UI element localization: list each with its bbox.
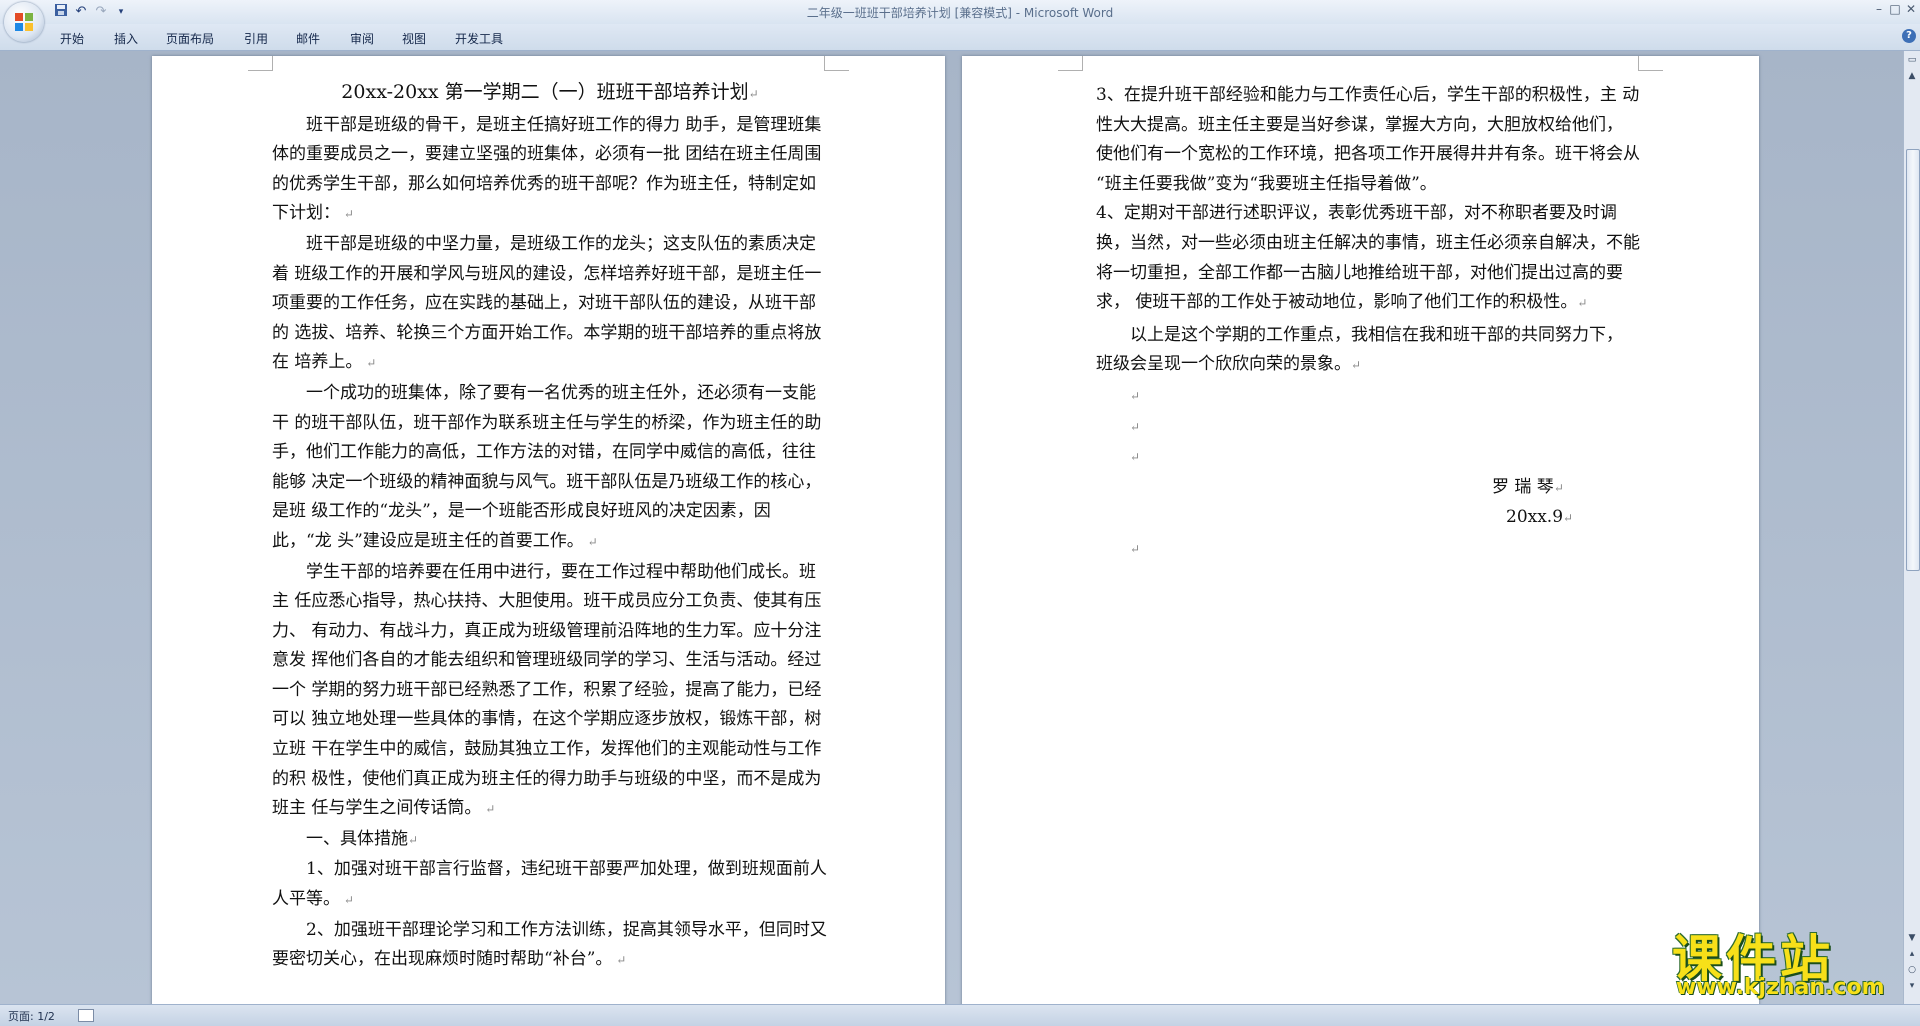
watermark: 课件站 www.kjzhan.com — [1664, 925, 1904, 1005]
proofing-icon[interactable] — [78, 1009, 94, 1022]
tab-insert[interactable]: 插入 — [114, 30, 138, 47]
list-item: 1、加强对班干部言行监督，违纪班干部要严加处理，做到班规面前人 人平等。 ↵ — [272, 859, 833, 910]
margin-corner-mark — [1058, 56, 1083, 71]
empty-paragraph: ↵ — [1130, 419, 1141, 434]
paragraph: 一个成功的班集体，除了要有一名优秀的班主任外，还必须有一支能干 的班干部队伍，班… — [272, 382, 822, 551]
status-bar: 页面: 1/2 — [0, 1004, 1920, 1026]
section-heading: 一、具体措施↵ — [272, 828, 419, 849]
close-icon[interactable]: ✕ — [1900, 0, 1920, 18]
page-1-text[interactable]: 20xx-20xx 第一学期二（一）班班干部培养计划↵ 班干部是班级的骨干，是班… — [272, 78, 828, 976]
window-title: 二年级一班班干部培养计划 [兼容模式] - Microsoft Word — [806, 6, 1114, 20]
page-1[interactable]: 20xx-20xx 第一学期二（一）班班干部培养计划↵ 班干部是班级的骨干，是班… — [152, 56, 945, 1004]
watermark-url: www.kjzhan.com — [1676, 975, 1885, 1000]
tab-home[interactable]: 开始 — [60, 30, 84, 47]
tab-view[interactable]: 视图 — [402, 30, 426, 47]
list-item: 3、在提升班干部经验和能力与工作责任心后，学生干部的积极性，主 动性大大提高。班… — [1096, 85, 1646, 194]
empty-paragraph: ↵ — [1130, 450, 1141, 465]
signature-date: 20xx.9↵ — [1506, 507, 1574, 528]
scroll-up-icon[interactable]: ▲ — [1905, 69, 1919, 83]
document-title: 20xx-20xx 第一学期二（一）班班干部培养计划↵ — [341, 81, 759, 103]
tab-page-layout[interactable]: 页面布局 — [166, 30, 214, 47]
page-2-text[interactable]: 3、在提升班干部经验和能力与工作责任心后，学生干部的积极性，主 动性大大提高。班… — [1096, 81, 1640, 565]
margin-corner-mark — [1638, 56, 1663, 71]
list-item: 4、定期对干部进行述职评议，表彰优秀班干部，对不称职者要及时调 换，当然，对一些… — [1096, 203, 1646, 313]
ribbon-tab-bar: 开始 插入 页面布局 引用 邮件 审阅 视图 开发工具 ? — [0, 24, 1920, 51]
help-icon[interactable]: ? — [1902, 29, 1916, 43]
select-browse-object-icon[interactable]: ○ — [1905, 963, 1919, 977]
paragraph: 以上是这个学期的工作重点，我相信在我和班干部的共同努力下， 班级会呈现一个欣欣向… — [1096, 324, 1629, 375]
empty-paragraph: ↵ — [1130, 388, 1141, 403]
scroll-thumb[interactable] — [1906, 149, 1920, 571]
tab-developer[interactable]: 开发工具 — [455, 30, 503, 47]
list-item: 2、加强班干部理论学习和工作方法训练，捉高其领导水平，但同时又 要密切关心，在出… — [272, 919, 833, 970]
previous-page-icon[interactable]: ▴ — [1905, 947, 1919, 961]
page-2[interactable]: 3、在提升班干部经验和能力与工作责任心后，学生干部的积极性，主 动性大大提高。班… — [962, 56, 1759, 1004]
paragraph: 学生干部的培养要在任用中进行，要在工作过程中帮助他们成长。班主 任应悉心指导，热… — [272, 561, 822, 819]
margin-corner-mark — [824, 56, 849, 71]
title-bar: ↶ ↷ ▾ 二年级一班班干部培养计划 [兼容模式] - Microsoft Wo… — [0, 0, 1920, 24]
tab-references[interactable]: 引用 — [244, 30, 268, 47]
office-button[interactable] — [4, 2, 44, 42]
paragraph: 班干部是班级的骨干，是班主任搞好班工作的得力 助手，是管理班集体的重要成员之一，… — [272, 114, 822, 224]
empty-paragraph: ↵ — [1130, 541, 1141, 556]
page-count[interactable]: 页面: 1/2 — [8, 1008, 55, 1024]
paragraph: 班干部是班级的中坚力量，是班级工作的龙头；这支队伍的素质决定着 班级工作的开展和… — [272, 233, 822, 373]
tab-review[interactable]: 审阅 — [350, 30, 374, 47]
vertical-scrollbar[interactable]: ▭ ▲ ▼ ▴ ○ ▾ — [1903, 51, 1920, 1004]
ruler-toggle-icon[interactable]: ▭ — [1905, 53, 1919, 67]
tab-mailings[interactable]: 邮件 — [296, 30, 320, 47]
document-area[interactable]: 20xx-20xx 第一学期二（一）班班干部培养计划↵ 班干部是班级的骨干，是班… — [0, 51, 1904, 1004]
office-logo-icon — [15, 13, 33, 31]
margin-corner-mark — [248, 56, 273, 71]
scroll-down-icon[interactable]: ▼ — [1905, 931, 1919, 945]
next-page-icon[interactable]: ▾ — [1905, 979, 1919, 993]
signature-name: 罗 瑞 琴↵ — [1492, 476, 1564, 497]
